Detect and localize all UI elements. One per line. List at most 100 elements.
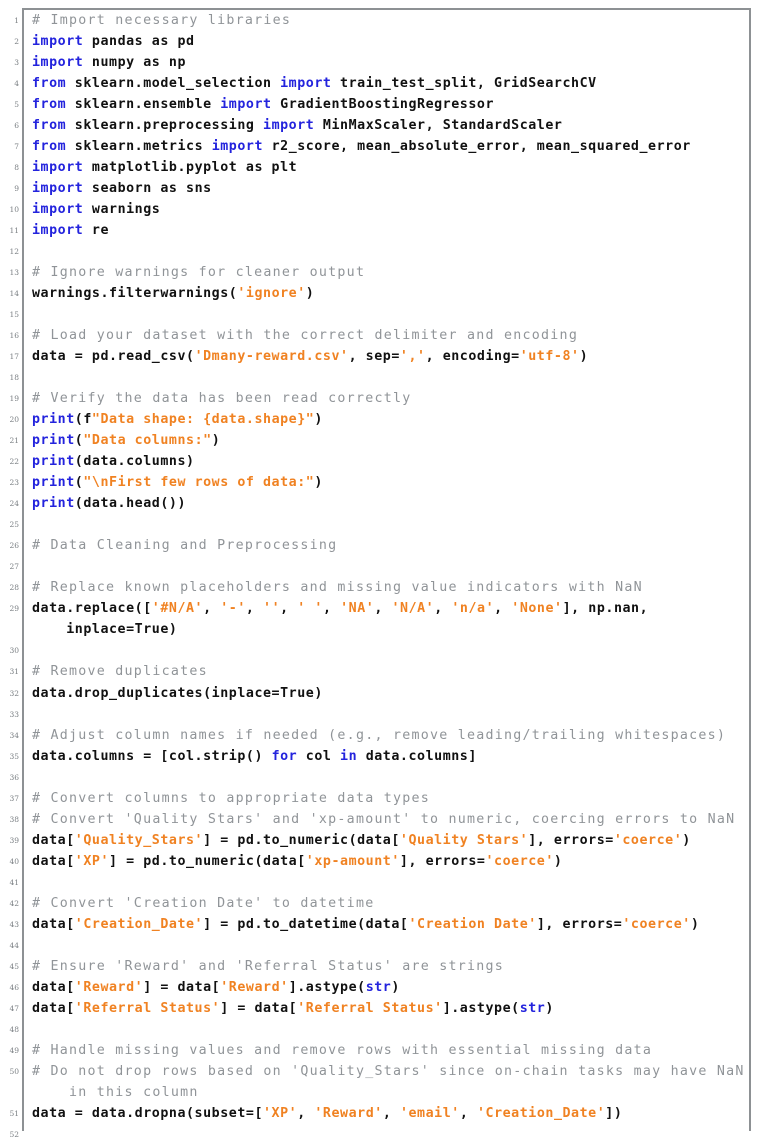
token-pl: warnings.filterwarnings(	[32, 286, 238, 302]
token-pl: ,	[322, 601, 341, 617]
token-pl: numpy as np	[83, 55, 187, 71]
token-pl: (data.columns)	[74, 454, 195, 470]
token-pl: matplotlib.pyplot as plt	[83, 160, 298, 176]
code-text: import matplotlib.pyplot as plt	[24, 157, 749, 178]
token-kw: print	[32, 496, 75, 512]
token-pl: ])	[605, 1105, 623, 1121]
token-str: 'Referral Status'	[74, 1000, 221, 1016]
token-kw: print	[32, 475, 75, 491]
token-pl: , sep=	[348, 349, 400, 365]
line-number: 28	[9, 583, 19, 593]
code-line: 3 import numpy as np	[14, 52, 749, 73]
token-kw: import	[32, 160, 84, 176]
code-line: 33	[9, 704, 749, 725]
code-text: data.replace(['#N/A', '-', '', ' ', 'NA'…	[24, 598, 749, 619]
line-number: 30	[9, 646, 19, 656]
code-text: import numpy as np	[24, 52, 749, 73]
code-text: print(f"Data shape: {data.shape}")	[24, 409, 749, 430]
token-pl: ] = pd.to_datetime(data[	[203, 916, 409, 932]
code-line: 10 import warnings	[9, 199, 749, 220]
code-text: # Convert 'Quality Stars' and 'xp-amount…	[24, 809, 749, 830]
token-cmt: # Convert 'Creation Date' to datetime	[32, 895, 375, 911]
token-str: ''	[263, 601, 281, 617]
token-pl: pandas as pd	[83, 34, 195, 50]
token-str: 'None'	[511, 601, 563, 617]
code-line: 28 # Replace known placeholders and missi…	[9, 577, 749, 598]
line-number: 48	[9, 1024, 19, 1034]
token-pl: ] = data[	[143, 979, 221, 995]
code-text: from sklearn.ensemble import GradientBoo…	[24, 94, 749, 115]
token-cmt: in this column	[32, 1084, 199, 1100]
token-pl: train_test_split, GridSearchCV	[331, 76, 597, 92]
code-line: 20 print(f"Data shape: {data.shape}")	[9, 409, 749, 430]
code-line: 2 import pandas as pd	[14, 31, 749, 52]
token-pl: )	[305, 286, 315, 302]
code-line: 4 from sklearn.model_selection import tra…	[14, 73, 749, 94]
code-line: 52	[9, 1124, 749, 1145]
token-pl: ], errors=	[528, 832, 614, 848]
code-text: # Convert columns to appropriate data ty…	[24, 788, 749, 809]
token-pl: )	[314, 412, 323, 428]
token-str: 'xp-amount'	[305, 853, 400, 869]
token-pl: ,	[434, 601, 452, 617]
line-number: 27	[9, 562, 19, 572]
line-number: 29	[9, 604, 19, 614]
code-line: in this column	[24, 1082, 749, 1103]
token-cmt: # Remove duplicates	[32, 664, 208, 680]
token-pl: data = data.dropna(subset=[	[32, 1105, 263, 1121]
token-cmt: # Replace known placeholders and missing…	[32, 580, 643, 596]
token-str: 'XP'	[263, 1105, 298, 1121]
line-number: 34	[9, 730, 19, 740]
line-number: 40	[9, 856, 19, 866]
code-text: # Adjust column names if needed (e.g., r…	[24, 725, 749, 746]
token-pl: sklearn.model_selection	[66, 76, 281, 92]
token-cmt: # Do not drop rows based on 'Quality_Sta…	[32, 1063, 745, 1079]
token-pl: data[	[32, 832, 75, 848]
token-pl: ,	[245, 601, 264, 617]
token-cmt: # Convert columns to appropriate data ty…	[32, 790, 430, 806]
token-pl: ,	[494, 601, 512, 617]
token-pl: data[	[32, 853, 75, 869]
code-text: data.columns = [col.strip() for col in d…	[24, 746, 749, 767]
line-number: 49	[9, 1045, 19, 1055]
token-pl: ,	[382, 1105, 400, 1121]
code-text: # Import necessary libraries	[24, 10, 749, 31]
code-text: print(data.columns)	[24, 451, 749, 472]
token-kw: from	[32, 139, 67, 155]
code-line: 14 warnings.filterwarnings('ignore')	[9, 283, 749, 304]
token-pl: data.columns]	[357, 748, 477, 764]
code-line: 37 # Convert columns to appropriate data …	[9, 788, 749, 809]
token-pl: data[	[32, 1000, 75, 1016]
token-cmt: # Data Cleaning and Preprocessing	[32, 538, 338, 554]
token-pl: seaborn as sns	[83, 181, 212, 197]
code-line: 5 from sklearn.ensemble import GradientBo…	[14, 94, 749, 115]
token-str: 'Dmany-reward.csv'	[194, 349, 349, 365]
code-text: # Replace known placeholders and missing…	[24, 577, 749, 598]
code-text: import warnings	[24, 199, 749, 220]
code-line: 25	[9, 514, 749, 535]
code-line: 46 data['Reward'] = data['Reward'].astype…	[9, 977, 749, 998]
code-line: 42 # Convert 'Creation Date' to datetime	[9, 893, 749, 914]
code-line: 7 from sklearn.metrics import r2_score, m…	[14, 136, 749, 157]
token-str: "\nFirst few rows of data:"	[83, 475, 315, 491]
code-line: 17 data = pd.read_csv('Dmany-reward.csv',…	[9, 346, 749, 367]
line-number: 6	[14, 121, 19, 131]
code-text: in this column	[24, 1082, 749, 1103]
line-number: 4	[14, 79, 19, 89]
code-text: data['Reward'] = data['Reward'].astype(s…	[24, 977, 749, 998]
code-line: 43 data['Creation_Date'] = pd.to_datetime…	[9, 914, 749, 935]
line-number: 3	[14, 58, 19, 68]
token-pl: ,	[459, 1105, 477, 1121]
token-pl: data = pd.read_csv(	[32, 349, 195, 365]
token-str: 'Quality Stars'	[399, 832, 529, 848]
code-line: 24 print(data.head())	[9, 493, 749, 514]
code-text: # Ensure 'Reward' and 'Referral Status' …	[24, 956, 749, 977]
token-kw: in	[340, 748, 358, 764]
token-str: 'Reward'	[74, 979, 144, 995]
code-line: 8 import matplotlib.pyplot as plt	[14, 157, 749, 178]
line-number: 9	[14, 184, 19, 194]
code-text: # Data Cleaning and Preprocessing	[24, 535, 749, 556]
code-text: from sklearn.model_selection import trai…	[24, 73, 749, 94]
code-line: 9 import seaborn as sns	[14, 178, 749, 199]
line-number: 45	[9, 961, 19, 971]
